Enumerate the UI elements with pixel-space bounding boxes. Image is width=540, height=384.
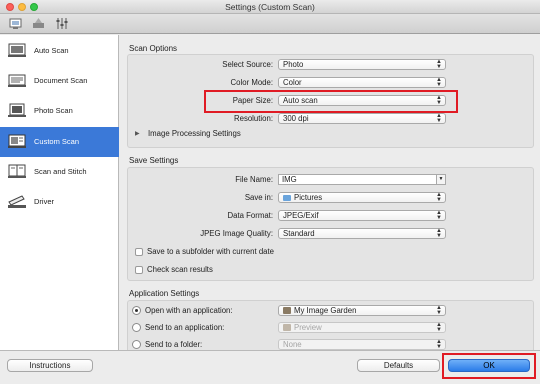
select-source-dropdown[interactable]: Photo ▲ ▼ (278, 59, 446, 70)
defaults-button[interactable]: Defaults (357, 359, 440, 372)
application-settings-group: Open with an application: My Image Garde… (127, 300, 534, 350)
send-to-application-value: Preview (294, 323, 322, 332)
auto-scan-icon (7, 42, 27, 59)
my-image-garden-icon (283, 307, 291, 314)
file-name-combo[interactable]: IMG ▼ (278, 174, 446, 185)
send-to-application-dropdown[interactable]: Preview ▲ ▼ (278, 322, 446, 333)
color-mode-label: Color Mode: (230, 78, 273, 87)
send-to-folder-radio[interactable] (132, 340, 141, 349)
scan-and-stitch-icon (7, 163, 27, 180)
send-to-folder-dropdown[interactable]: None ▲ ▼ (278, 339, 446, 350)
save-in-value: Pictures (294, 193, 323, 202)
stepper-arrows-icon: ▲ ▼ (436, 305, 442, 316)
open-with-application-value: My Image Garden (294, 306, 357, 315)
sidebar: Auto Scan Document Scan Photo Scan Custo… (0, 35, 119, 350)
open-with-application-label: Open with an application: (145, 306, 233, 315)
sidebar-item-label: Photo Scan (34, 106, 73, 115)
window-title: Settings (Custom Scan) (225, 2, 315, 12)
title-bar: Settings (Custom Scan) (0, 0, 540, 14)
data-format-value: JPEG/Exif (283, 211, 319, 220)
save-in-label: Save in: (244, 193, 273, 202)
subfolder-checkbox[interactable] (135, 248, 143, 256)
combo-dropdown-icon[interactable]: ▼ (436, 174, 446, 185)
scan-from-operation-panel-icon[interactable] (32, 17, 45, 30)
general-settings-icon[interactable] (55, 17, 68, 30)
stepper-arrows-icon: ▲ ▼ (436, 59, 442, 70)
open-with-application-radio[interactable] (132, 306, 141, 315)
jpeg-quality-dropdown[interactable]: Standard ▲ ▼ (278, 228, 446, 239)
data-format-label: Data Format: (227, 211, 274, 220)
bottom-bar: Instructions Defaults OK (0, 350, 540, 384)
stepper-arrows-icon: ▲ ▼ (436, 228, 442, 239)
sidebar-item-label: Custom Scan (34, 137, 80, 146)
color-mode-dropdown[interactable]: Color ▲ ▼ (278, 77, 446, 88)
photo-scan-icon (7, 102, 27, 119)
toolbar (0, 14, 540, 34)
sidebar-item-auto-scan[interactable]: Auto Scan (0, 36, 119, 66)
stepper-arrows-icon: ▲ ▼ (436, 77, 442, 88)
custom-scan-icon (7, 133, 27, 150)
sidebar-item-photo-scan[interactable]: Photo Scan (0, 96, 119, 126)
sidebar-item-document-scan[interactable]: Document Scan (0, 66, 119, 96)
sidebar-item-custom-scan[interactable]: Custom Scan (0, 127, 119, 157)
file-name-label: File Name: (235, 175, 273, 184)
send-to-application-label: Send to an application: (145, 323, 225, 332)
stepper-arrows-icon: ▲ ▼ (436, 322, 442, 333)
driver-icon (7, 193, 27, 210)
jpeg-quality-label: JPEG Image Quality: (200, 229, 273, 238)
resolution-dropdown[interactable]: 300 dpi ▲ ▼ (278, 113, 446, 124)
application-settings-title: Application Settings (129, 289, 200, 298)
sidebar-item-label: Document Scan (34, 76, 88, 85)
sidebar-item-label: Scan and Stitch (34, 167, 87, 176)
folder-icon (283, 195, 291, 201)
sidebar-item-label: Driver (34, 197, 54, 206)
resolution-label: Resolution: (233, 114, 273, 123)
save-settings-title: Save Settings (129, 156, 179, 165)
check-scan-results-label: Check scan results (147, 265, 213, 274)
select-source-value: Photo (283, 60, 304, 69)
resolution-value: 300 dpi (283, 114, 309, 123)
sidebar-item-scan-and-stitch[interactable]: Scan and Stitch (0, 157, 119, 187)
ok-button-highlight (442, 353, 536, 379)
color-mode-value: Color (283, 78, 302, 87)
stepper-arrows-icon: ▲ ▼ (436, 113, 442, 124)
scan-from-computer-icon[interactable] (9, 17, 22, 30)
save-in-dropdown[interactable]: Pictures ▲ ▼ (278, 192, 446, 203)
jpeg-quality-value: Standard (283, 229, 315, 238)
settings-panel: Scan Options Select Source: Photo ▲ ▼ Col… (121, 35, 540, 350)
disclosure-triangle-icon[interactable]: ▶ (135, 130, 140, 137)
image-processing-settings-toggle[interactable]: Image Processing Settings (148, 129, 241, 138)
send-to-application-radio[interactable] (132, 323, 141, 332)
save-settings-group: File Name: IMG ▼ Save in: Pictures ▲ ▼ Da… (127, 167, 534, 281)
open-with-application-dropdown[interactable]: My Image Garden ▲ ▼ (278, 305, 446, 316)
document-scan-icon (7, 72, 27, 89)
check-scan-results-checkbox[interactable] (135, 266, 143, 274)
data-format-dropdown[interactable]: JPEG/Exif ▲ ▼ (278, 210, 446, 221)
sidebar-item-label: Auto Scan (34, 46, 69, 55)
preview-app-icon (283, 324, 291, 331)
stepper-arrows-icon: ▲ ▼ (436, 339, 442, 350)
stepper-arrows-icon: ▲ ▼ (436, 192, 442, 203)
paper-size-highlight (204, 90, 458, 113)
instructions-button[interactable]: Instructions (7, 359, 93, 372)
scan-options-title: Scan Options (129, 44, 178, 53)
send-to-folder-label: Send to a folder: (145, 340, 203, 349)
sidebar-item-driver[interactable]: Driver (0, 187, 119, 217)
stepper-arrows-icon: ▲ ▼ (436, 210, 442, 221)
subfolder-checkbox-label: Save to a subfolder with current date (147, 247, 274, 256)
file-name-value: IMG (282, 175, 297, 184)
select-source-label: Select Source: (222, 60, 273, 69)
send-to-folder-value: None (283, 340, 302, 349)
